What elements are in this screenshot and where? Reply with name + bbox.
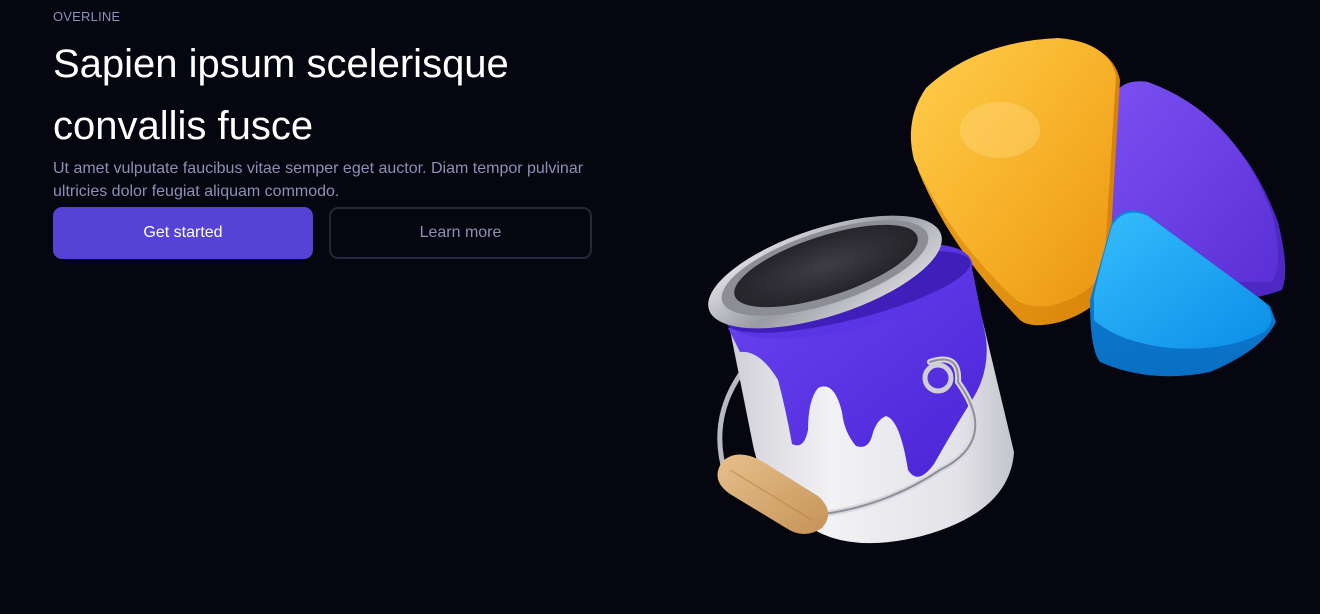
hero-title: Sapien ipsum scelerisque convallis fusce (53, 42, 509, 148)
hero-description: Ut amet vulputate faucibus vitae semper … (53, 160, 584, 200)
paint-bucket-pie-chart-illustration (708, 38, 1286, 544)
hero-actions: Get started Learn more (53, 207, 613, 259)
hero-section: OVERLINE Sapien ipsum scelerisque conval… (0, 0, 1320, 614)
overline: OVERLINE (53, 9, 121, 24)
hero-content: OVERLINE Sapien ipsum scelerisque conval… (53, 0, 613, 259)
learn-more-button[interactable]: Learn more (329, 207, 592, 259)
get-started-button[interactable]: Get started (53, 207, 313, 259)
